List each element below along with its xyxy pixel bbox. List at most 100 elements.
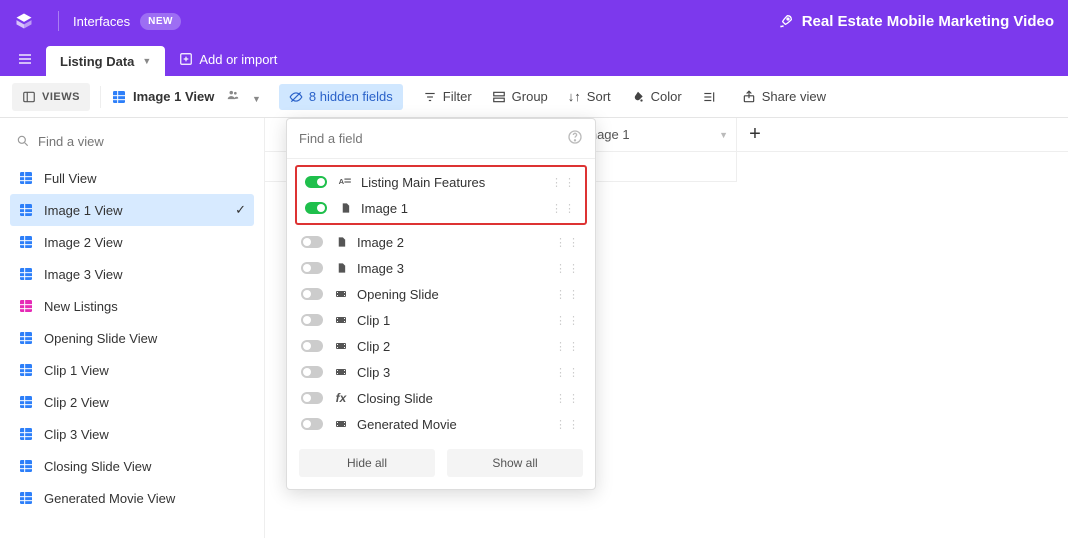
field-toggle-row[interactable]: fxClosing Slide⋮⋮ [293,385,589,411]
group-button[interactable]: Group [492,89,548,104]
field-toggle-row[interactable]: Generated Movie ⋮⋮ [293,411,589,437]
sidebar-view-item[interactable]: Image 3 View [10,258,254,290]
sidebar-view-item[interactable]: Full View [10,162,254,194]
visibility-toggle[interactable] [301,418,323,430]
field-label: Generated Movie [357,417,457,432]
sidebar-view-item[interactable]: Opening Slide View [10,322,254,354]
field-toggle-row[interactable]: Image 2⋮⋮ [293,229,589,255]
drag-handle-icon[interactable]: ⋮⋮ [551,202,577,215]
field-toggle-row[interactable]: Opening Slide⋮⋮ [293,281,589,307]
grid-icon [18,362,34,378]
hidden-fields-button[interactable]: 8 hidden fields [279,84,403,110]
grid-icon [18,266,34,282]
sidebar-view-item[interactable]: Image 2 View [10,226,254,258]
table-tab[interactable]: Listing Data ▼ [46,46,165,76]
view-label: Clip 1 View [44,363,109,378]
drag-handle-icon[interactable]: ⋮⋮ [555,288,581,301]
collaborators-icon[interactable]: ▼ [224,88,261,105]
share-view-button[interactable]: Share view [742,89,826,104]
row-height-icon [702,90,716,104]
field-toggle-row[interactable]: Image 3⋮⋮ [293,255,589,281]
help-icon[interactable] [567,129,583,148]
color-button[interactable]: Color [631,89,682,104]
field-type-icon [337,201,353,215]
tabbar: Listing Data ▼ Add or import [0,42,1068,76]
field-label: Closing Slide [357,391,433,406]
find-field-input[interactable] [299,131,567,146]
filter-button[interactable]: Filter [423,89,472,104]
grid-icon [18,298,34,314]
field-toggle-row[interactable]: Clip 2⋮⋮ [293,333,589,359]
field-label: Listing Main Features [361,175,485,190]
visibility-toggle[interactable] [305,202,327,214]
app-logo-icon[interactable] [14,11,34,31]
field-label: Image 1 [361,201,408,216]
field-toggle-row[interactable]: Clip 1 ⋮⋮ [293,307,589,333]
drag-handle-icon[interactable]: ⋮⋮ [551,176,577,189]
drag-handle-icon[interactable]: ⋮⋮ [555,262,581,275]
sidebar-view-item[interactable]: Closing Slide View [10,450,254,482]
visibility-toggle[interactable] [301,314,323,326]
drag-handle-icon[interactable]: ⋮⋮ [555,314,581,327]
row-height-button[interactable] [702,90,722,104]
field-toggle-row[interactable]: Clip 3⋮⋮ [293,359,589,385]
menu-icon[interactable] [10,44,40,74]
svg-text:A: A [339,177,345,186]
show-all-button[interactable]: Show all [447,449,583,477]
chevron-down-icon[interactable]: ▼ [719,130,728,140]
views-toggle-button[interactable]: VIEWS [12,83,90,111]
field-toggle-row[interactable]: Image 1 ⋮⋮ [297,195,585,221]
visibility-toggle[interactable] [305,176,327,188]
base-title-text: Real Estate Mobile Marketing Video [802,13,1054,30]
field-toggle-row[interactable]: A Listing Main Features ⋮⋮ [297,169,585,195]
drag-handle-icon[interactable]: ⋮⋮ [555,418,581,431]
current-view[interactable]: Image 1 View ▼ [111,88,261,105]
visibility-toggle[interactable] [301,262,323,274]
sidebar-view-item[interactable]: Clip 2 View [10,386,254,418]
visibility-toggle[interactable] [301,288,323,300]
group-label: Group [512,89,548,104]
add-column-button[interactable]: + [737,118,773,151]
field-type-icon [333,261,349,275]
view-label: Generated Movie View [44,491,175,506]
visibility-toggle[interactable] [301,236,323,248]
drag-handle-icon[interactable]: ⋮⋮ [555,340,581,353]
find-view-input[interactable] [38,134,248,149]
drag-handle-icon[interactable]: ⋮⋮ [555,366,581,379]
share-icon [742,90,756,104]
field-type-icon [333,235,349,249]
hide-all-button[interactable]: Hide all [299,449,435,477]
grid-icon [18,426,34,442]
share-label: Share view [762,89,826,104]
color-label: Color [651,89,682,104]
visibility-toggle[interactable] [301,340,323,352]
body: Full ViewImage 1 View✓Image 2 ViewImage … [0,118,1068,538]
field-type-icon [333,366,349,378]
add-or-import-button[interactable]: Add or import [179,52,277,67]
hidden-fields-popover: A Listing Main Features ⋮⋮ Image 1 ⋮⋮ Image … [286,118,596,490]
grid-icon [18,490,34,506]
filter-label: Filter [443,89,472,104]
find-view[interactable] [10,126,254,156]
sort-button[interactable]: ↓↑ Sort [568,89,611,104]
color-icon [631,90,645,104]
visibility-toggle[interactable] [301,392,323,404]
sidebar-view-item[interactable]: Clip 1 View [10,354,254,386]
field-label: Clip 1 [357,313,390,328]
drag-handle-icon[interactable]: ⋮⋮ [555,236,581,249]
interfaces-link[interactable]: Interfaces [73,14,130,29]
new-badge: NEW [140,13,181,30]
visibility-toggle[interactable] [301,366,323,378]
eye-off-icon [289,90,303,104]
sidebar-view-item[interactable]: Clip 3 View [10,418,254,450]
grid-icon [111,89,127,105]
sidebar-view-item[interactable]: New Listings [10,290,254,322]
sidebar-view-item[interactable]: Generated Movie View [10,482,254,514]
base-title[interactable]: Real Estate Mobile Marketing Video [778,13,1054,30]
field-type-icon: A [337,175,353,189]
drag-handle-icon[interactable]: ⋮⋮ [555,392,581,405]
table-tab-label: Listing Data [60,54,134,69]
sidebar-view-item[interactable]: Image 1 View✓ [10,194,254,226]
grid-icon [18,170,34,186]
grid-area: A Listing Main Features ▼ Image 1 ▼ + 1 … [265,118,1068,538]
